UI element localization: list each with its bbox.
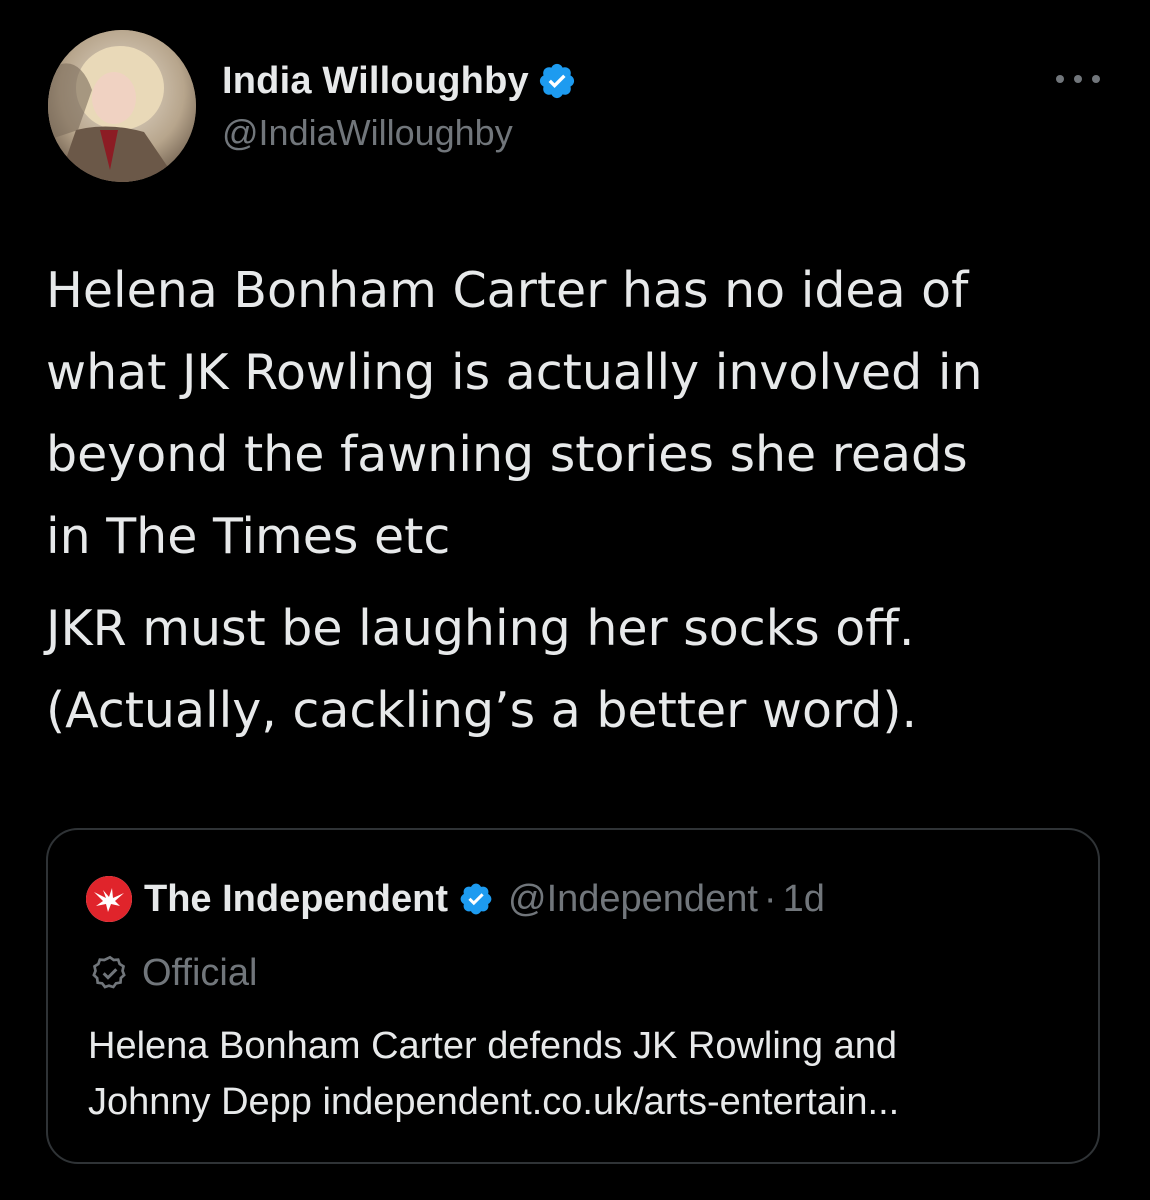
verified-icon	[458, 881, 494, 917]
quote-header: The Independent @Independent · 1d	[86, 876, 825, 922]
quote-text-line[interactable]: Johnny Depp independent.co.uk/arts-enter…	[88, 1074, 1078, 1130]
quote-text: Helena Bonham Carter defends JK Rowling …	[88, 1018, 1078, 1130]
quote-tweet-card[interactable]: The Independent @Independent · 1d Offici…	[46, 828, 1100, 1164]
official-badge-icon	[90, 953, 130, 993]
tweet-paragraph: Helena Bonham Carter has no idea of what…	[46, 262, 983, 565]
more-icon[interactable]	[1056, 72, 1100, 86]
author-name-row: India Willoughby	[222, 56, 577, 106]
verified-icon	[537, 61, 577, 101]
author-handle[interactable]: @IndiaWilloughby	[222, 112, 577, 154]
quote-display-name: The Independent	[144, 877, 448, 920]
quote-separator: ·	[763, 877, 777, 920]
independent-eagle-logo-icon	[86, 876, 132, 922]
quote-handle: @Independent	[508, 877, 758, 920]
tweet: India Willoughby @IndiaWilloughby Helena…	[0, 0, 1150, 1200]
author-info: India Willoughby @IndiaWilloughby	[222, 56, 577, 154]
official-label: Official	[142, 951, 258, 994]
author-avatar[interactable]	[48, 30, 196, 182]
official-badge: Official	[90, 950, 257, 996]
tweet-text: Helena Bonham Carter has no idea of what…	[46, 250, 1126, 752]
author-display-name[interactable]: India Willoughby	[222, 60, 529, 103]
tweet-paragraph: JKR must be laughing her socks off. (Act…	[46, 600, 918, 739]
quote-text-line: Helena Bonham Carter defends JK Rowling …	[88, 1025, 898, 1067]
quote-timestamp: 1d	[782, 877, 825, 920]
